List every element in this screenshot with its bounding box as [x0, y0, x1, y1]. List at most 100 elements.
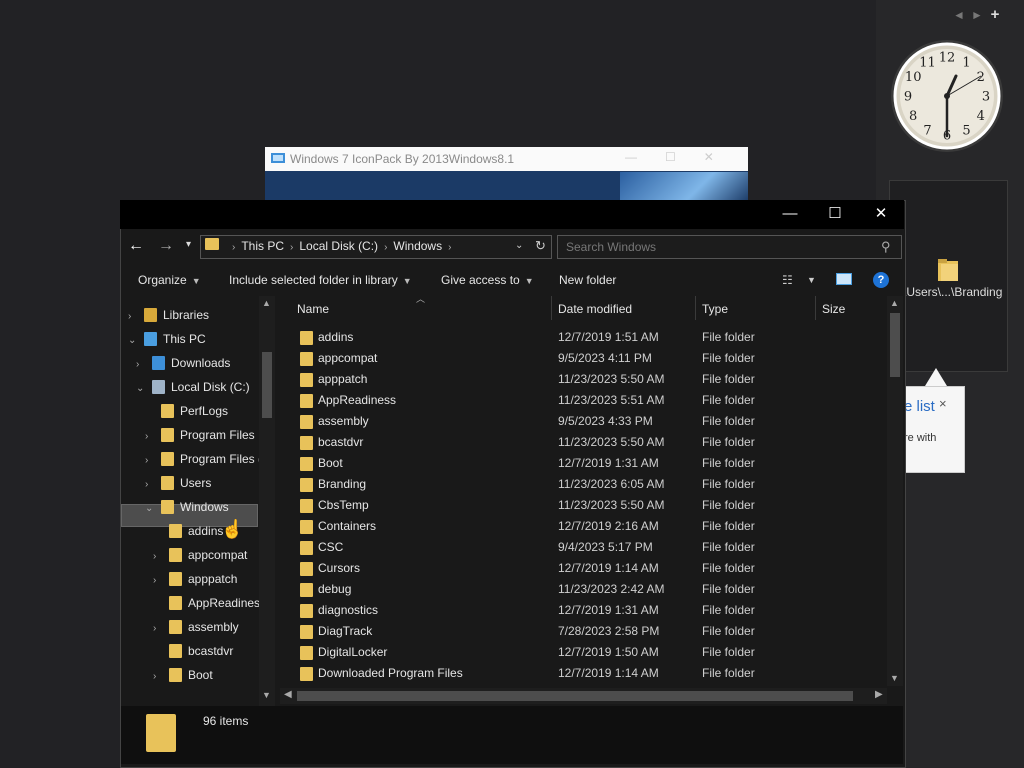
chevron-right-icon[interactable]: ›	[145, 450, 155, 472]
breadcrumb-this-pc[interactable]: This PC	[241, 239, 284, 253]
folder-icon	[161, 452, 174, 466]
nav-item-addins[interactable]: addins	[153, 520, 223, 542]
preview-pane-icon[interactable]	[836, 273, 852, 285]
organize-button[interactable]: Organize ▼	[138, 273, 201, 287]
breadcrumb-chevron-icon[interactable]: ›	[448, 242, 451, 253]
breadcrumb-chevron-icon[interactable]: ›	[290, 242, 293, 253]
table-row[interactable]: AppReadiness 11/23/2023 5:51 AM File folde…	[300, 390, 880, 411]
nav-item-apppatch[interactable]: › apppatch	[153, 568, 237, 590]
chevron-right-icon[interactable]: ›	[145, 426, 155, 448]
nav-item-libraries[interactable]: › Libraries	[128, 304, 209, 326]
nav-item-this-pc[interactable]: ⌄ This PC	[128, 328, 206, 350]
table-row[interactable]: appcompat 9/5/2023 4:11 PM File folder	[300, 348, 880, 369]
nav-item-label: Windows	[180, 500, 229, 514]
maximize-button[interactable]: ☐	[812, 200, 858, 229]
nav-item-windows[interactable]: ⌄ Windows	[145, 496, 229, 518]
table-row[interactable]: DiagTrack 7/28/2023 2:58 PM File folder	[300, 621, 880, 642]
back-arrow-icon[interactable]: ←	[128, 237, 144, 255]
table-row[interactable]: assembly 9/5/2023 4:33 PM File folder	[300, 411, 880, 432]
nav-item-boot[interactable]: › Boot	[153, 664, 213, 686]
nav-item-downloads[interactable]: › Downloads	[136, 352, 230, 374]
vertical-scrollbar-thumb[interactable]	[890, 313, 900, 377]
breadcrumb-windows[interactable]: Windows	[393, 239, 442, 253]
back-close-icon[interactable]: ✕	[704, 150, 742, 164]
close-button[interactable]: ✕	[858, 200, 904, 229]
breadcrumb-chevron-icon[interactable]: ›	[232, 242, 235, 253]
tooltip-close-icon[interactable]: ×	[939, 396, 947, 411]
minimize-button[interactable]: —	[767, 200, 813, 229]
scroll-left-icon[interactable]: ◀	[284, 689, 292, 700]
nav-scroll-up-icon[interactable]: ▲	[262, 298, 271, 308]
horizontal-scrollbar-thumb[interactable]	[297, 691, 853, 701]
column-header-name[interactable]: Name	[297, 302, 329, 316]
chevron-right-icon[interactable]: ›	[128, 306, 138, 328]
breadcrumb-chevron-icon[interactable]: ›	[384, 242, 387, 253]
column-divider[interactable]	[815, 296, 816, 320]
nav-scroll-down-icon[interactable]: ▼	[262, 690, 271, 700]
nav-item-bcastdvr[interactable]: bcastdvr	[153, 640, 233, 662]
scroll-up-icon[interactable]: ▲	[890, 298, 899, 308]
scroll-right-icon[interactable]: ▶	[875, 689, 883, 700]
table-row[interactable]: Branding 11/23/2023 6:05 AM File folder	[300, 474, 880, 495]
column-header-size[interactable]: Size	[822, 302, 845, 316]
folder-icon	[300, 583, 313, 597]
address-dropdown-icon[interactable]: ⌄	[515, 240, 523, 251]
chevron-right-icon[interactable]: ›	[153, 570, 163, 592]
column-header-type[interactable]: Type	[702, 302, 728, 316]
table-row[interactable]: DigitalLocker 12/7/2019 1:50 AM File folde…	[300, 642, 880, 663]
chevron-right-icon[interactable]: ›	[153, 666, 163, 688]
file-type: File folder	[702, 603, 755, 617]
nav-scrollbar-thumb[interactable]	[262, 352, 272, 418]
help-icon[interactable]: ?	[873, 272, 889, 288]
nav-item-users[interactable]: › Users	[145, 472, 211, 494]
back-maximize-icon[interactable]: ☐	[665, 150, 704, 164]
nav-item-local-disk-c[interactable]: ⌄ Local Disk (C:)	[136, 376, 250, 398]
change-view-icon[interactable]: ☷	[782, 273, 793, 287]
nav-item-program-files[interactable]: › Program Files	[145, 424, 255, 446]
forward-arrow-icon[interactable]: →	[158, 237, 174, 255]
scroll-down-icon[interactable]: ▼	[890, 673, 899, 683]
back-minimize-icon[interactable]: —	[625, 150, 665, 164]
nav-item-appreadines[interactable]: AppReadines	[153, 592, 260, 614]
gadget-next-button[interactable]: ►	[968, 8, 986, 22]
add-gadget-button[interactable]: +	[986, 6, 1004, 23]
tooltip-arrow	[925, 368, 947, 386]
tooltip-link[interactable]: e list	[904, 398, 935, 415]
nav-item-perflogs[interactable]: PerfLogs	[145, 400, 228, 422]
chevron-down-icon[interactable]: ⌄	[145, 498, 155, 520]
search-icon[interactable]: ⚲	[881, 239, 891, 255]
table-row[interactable]: addins 12/7/2019 1:51 AM File folder	[300, 327, 880, 348]
recent-locations-chevron-icon[interactable]: ▾	[186, 239, 191, 250]
chevron-right-icon[interactable]: ›	[145, 474, 155, 496]
table-row[interactable]: bcastdvr 11/23/2023 5:50 AM File folder	[300, 432, 880, 453]
table-row[interactable]: debug 11/23/2023 2:42 AM File folder	[300, 579, 880, 600]
gadget-prev-button[interactable]: ◄	[950, 8, 968, 22]
refresh-icon[interactable]: ↻	[535, 238, 546, 254]
file-date-modified: 7/28/2023 2:58 PM	[558, 624, 660, 638]
table-row[interactable]: Downloaded Program Files 12/7/2019 1:14 A…	[300, 663, 880, 684]
table-row[interactable]: CSC 9/4/2023 5:17 PM File folder	[300, 537, 880, 558]
view-options-chevron-icon[interactable]: ▼	[807, 275, 816, 285]
include-in-library-button[interactable]: Include selected folder in library ▼	[229, 273, 412, 287]
table-row[interactable]: CbsTemp 11/23/2023 5:50 AM File folder	[300, 495, 880, 516]
chevron-right-icon[interactable]: ›	[136, 354, 146, 376]
column-divider[interactable]	[695, 296, 696, 320]
column-divider[interactable]	[551, 296, 552, 320]
chevron-right-icon[interactable]: ›	[153, 546, 163, 568]
new-folder-button[interactable]: New folder	[559, 273, 616, 287]
column-header-date[interactable]: Date modified	[558, 302, 632, 316]
table-row[interactable]: Containers 12/7/2019 2:16 AM File folder	[300, 516, 880, 537]
clock-gadget[interactable]: 121234567891011	[889, 38, 1005, 154]
give-access-button[interactable]: Give access to ▼	[441, 273, 534, 287]
table-row[interactable]: Boot 12/7/2019 1:31 AM File folder	[300, 453, 880, 474]
table-row[interactable]: diagnostics 12/7/2019 1:31 AM File folder	[300, 600, 880, 621]
breadcrumb-local-disk[interactable]: Local Disk (C:)	[299, 239, 378, 253]
chevron-down-icon[interactable]: ⌄	[136, 378, 146, 400]
chevron-down-icon[interactable]: ⌄	[128, 330, 138, 352]
table-row[interactable]: Cursors 12/7/2019 1:14 AM File folder	[300, 558, 880, 579]
nav-item-program-files[interactable]: › Program Files (	[145, 448, 262, 470]
table-row[interactable]: apppatch 11/23/2023 5:50 AM File folder	[300, 369, 880, 390]
chevron-right-icon[interactable]: ›	[153, 618, 163, 640]
nav-item-appcompat[interactable]: › appcompat	[153, 544, 247, 566]
nav-item-assembly[interactable]: › assembly	[153, 616, 239, 638]
